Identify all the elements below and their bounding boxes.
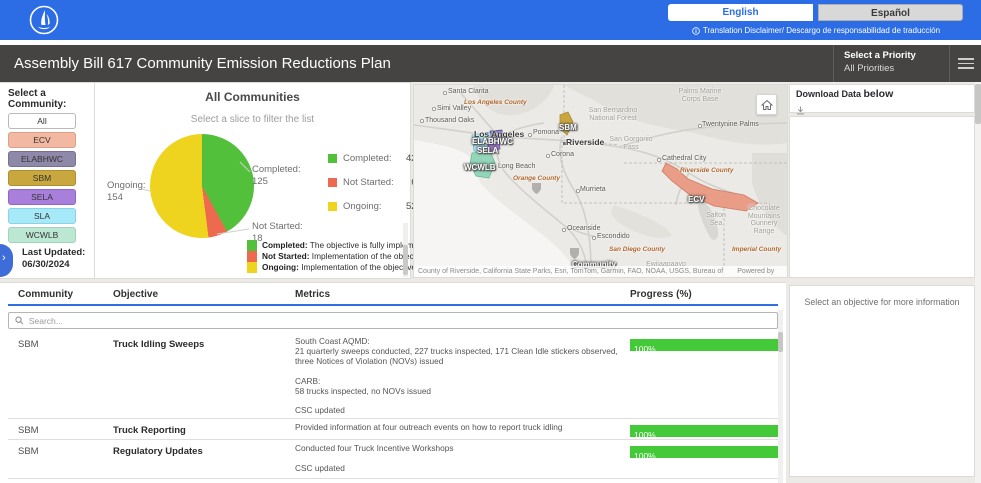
progress-bar: 100% (630, 425, 780, 440)
community-button-sbm[interactable]: SBM (8, 170, 76, 186)
community-button-list: All ECV ELABHWC SBM SELA SLA WCWLB (0, 113, 94, 243)
table-row[interactable]: SBM Truck Reporting Provided information a… (8, 418, 780, 440)
community-button-wcwlb[interactable]: WCWLB (8, 227, 76, 243)
map-basemap (414, 85, 787, 277)
map-attribution: County of Riverside, California State Pa… (414, 266, 787, 277)
detail-placeholder-text: Select an objective for more information (804, 297, 960, 307)
last-updated: Last Updated: 06/30/2024 (22, 247, 85, 271)
page-title: Assembly Bill 617 Community Emission Red… (14, 55, 391, 72)
disclaimer-text: Translation Disclaimer/ Descargo de resp… (702, 26, 941, 35)
carb-logo-icon (29, 5, 59, 35)
community-button-elabhwc[interactable]: ELABHWC (8, 151, 76, 167)
legend-label: Ongoing: (343, 201, 382, 212)
search-input[interactable] (28, 315, 771, 326)
table-search (8, 312, 778, 329)
definition-swatch-not-started (247, 251, 257, 262)
priority-value: All Priorities (844, 63, 895, 74)
legend-label: Completed: (343, 153, 392, 164)
table-row[interactable]: SBMTruck Incentive OutreachCarl Moyer Pr… (8, 478, 778, 483)
cell-community: SBM (18, 425, 39, 437)
cell-progress: 100% (630, 423, 780, 440)
table-row[interactable]: SBM Regulatory Updates Conducted four Truc… (8, 439, 780, 478)
cell-progress: 100% (630, 444, 780, 476)
legend-row-ongoing[interactable]: Ongoing: 52% (328, 201, 425, 212)
cell-metrics: South Coast AQMD: 21 quarterly sweeps con… (295, 336, 618, 416)
legend-swatch-completed (328, 154, 337, 163)
callout-completed: Completed: 125 (252, 164, 301, 187)
pie-chart-title: All Communities (205, 90, 300, 104)
map-powered-by: Powered by Esri (737, 268, 775, 275)
cell-metrics: Conducted four Truck Incentive Workshops… (295, 443, 454, 474)
pie-panel-scrollbar[interactable] (403, 223, 408, 277)
progress-value: 100% (634, 451, 656, 462)
legend-row-completed[interactable]: Completed: 42% (328, 153, 425, 164)
legend-row-not-started[interactable]: Not Started: 6% (328, 177, 425, 188)
community-filter-label: Select a Community: (8, 88, 67, 110)
right-empty-panel (789, 116, 975, 278)
app-root: English Español Translation Disclaimer/ … (0, 0, 981, 483)
legend-swatch-ongoing (328, 202, 337, 211)
pie-legend: Completed: 42% Not Started: 6% Ongoing: … (328, 153, 425, 225)
translation-disclaimer-link[interactable]: Translation Disclaimer/ Descargo de resp… (668, 26, 964, 35)
cell-community: SBM (18, 446, 39, 458)
definition-swatch-ongoing (247, 262, 257, 273)
callout-ongoing: Ongoing: 154 (107, 180, 146, 203)
pie-chart-subtitle: Select a slice to filter the list (190, 114, 315, 125)
map-attribution-text: County of Riverside, California State Pa… (418, 268, 724, 275)
pie-chart[interactable] (150, 134, 254, 238)
last-updated-value: 06/30/2024 (22, 259, 70, 270)
language-spanish-button[interactable]: Español (818, 4, 963, 21)
legend-label: Not Started: (343, 177, 394, 188)
progress-bar: 100% (630, 339, 780, 354)
objective-detail-panel: Select an objective for more information (789, 285, 975, 477)
top-header-bar: English Español Translation Disclaimer/ … (0, 0, 981, 40)
legend-swatch-not-started (328, 178, 337, 187)
objectives-table-panel: Community Objective Metrics Progress (%)… (0, 282, 786, 483)
download-data-title: Download Data below (796, 88, 894, 100)
cell-metrics: Provided information at four outreach ev… (295, 422, 563, 433)
community-button-sla[interactable]: SLA (8, 208, 76, 224)
info-icon (692, 27, 700, 35)
search-icon (15, 316, 24, 325)
pie-chart-panel: All Communities Select a slice to filter… (95, 82, 482, 279)
community-button-sela[interactable]: SELA (8, 189, 76, 205)
column-header-metrics[interactable]: Metrics (295, 289, 630, 300)
language-english-button[interactable]: English (668, 4, 813, 21)
column-header-community[interactable]: Community (18, 289, 113, 300)
table-body: SBM Truck Idling Sweeps South Coast AQMD: 2… (0, 333, 786, 483)
hamburger-menu-icon[interactable] (951, 45, 981, 82)
cell-objective: Regulatory Updates (113, 446, 203, 458)
page-scrollbar[interactable] (975, 82, 981, 483)
table-scrollbar[interactable] (778, 310, 783, 483)
progress-value: 100% (634, 344, 656, 354)
language-toggle: English Español (668, 4, 964, 21)
priority-label: Select a Priority (844, 50, 916, 61)
column-header-progress[interactable]: Progress (%) (630, 289, 778, 300)
last-updated-label: Last Updated: (22, 247, 86, 258)
table-row[interactable]: SBM Truck Idling Sweeps South Coast AQMD: 2… (8, 333, 780, 418)
table-header-row: Community Objective Metrics Progress (%) (8, 283, 778, 306)
cell-objective: Truck Reporting (113, 425, 186, 437)
download-data-panel: Download Data below (789, 84, 975, 115)
definition-swatch-completed (247, 240, 257, 251)
title-bar: Assembly Bill 617 Community Emission Red… (0, 45, 981, 82)
map[interactable]: Santa Clarita Los Angeles County Simi Va… (413, 84, 788, 278)
cell-community: SBM (18, 339, 39, 350)
cell-progress: 100% (630, 337, 780, 416)
priority-selector[interactable]: Select a Priority All Priorities (833, 45, 950, 82)
progress-bar: 100% (630, 446, 780, 461)
cell-objective: Truck Idling Sweeps (113, 339, 205, 350)
community-button-ecv[interactable]: ECV (8, 132, 76, 148)
progress-value: 100% (634, 430, 656, 441)
community-button-all[interactable]: All (8, 113, 76, 129)
home-icon (760, 99, 773, 110)
column-header-objective[interactable]: Objective (113, 289, 295, 300)
map-home-button[interactable] (756, 94, 777, 115)
